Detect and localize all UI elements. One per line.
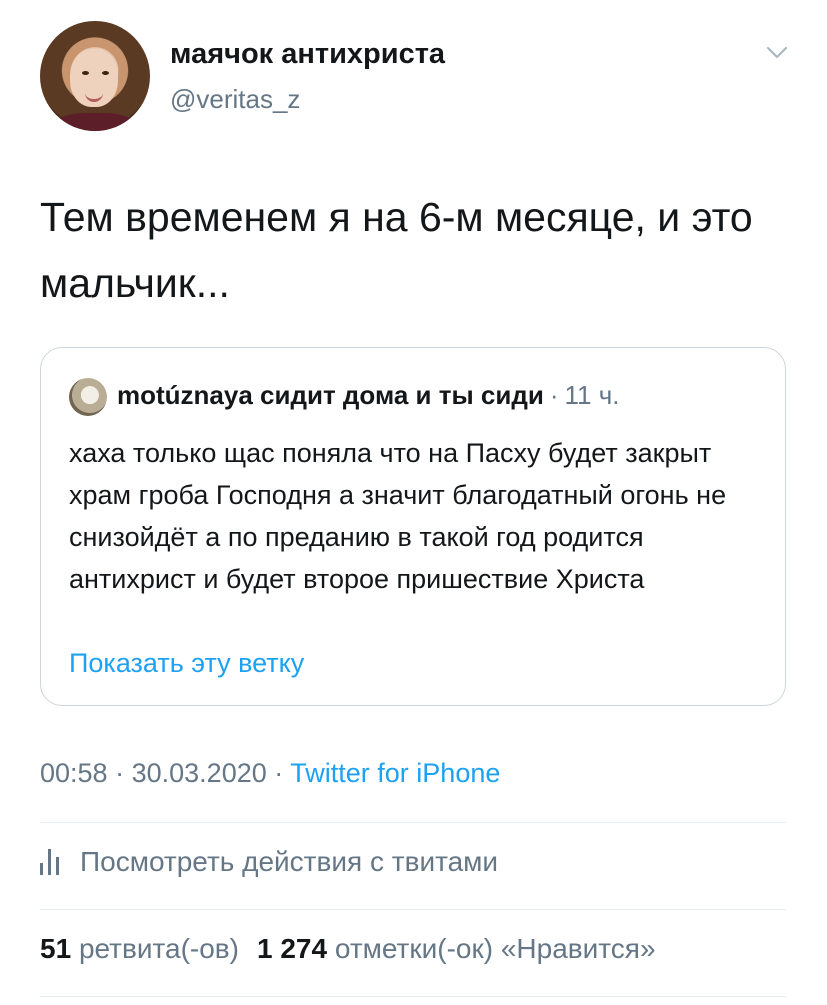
- quoted-tweet[interactable]: motúznaya сидит дома и ты сиди · 11 ч. хах…: [40, 347, 786, 706]
- quoted-author-name: motúznaya сидит дома и ты сиди: [117, 380, 544, 410]
- analytics-label: Посмотреть действия с твитами: [80, 846, 499, 877]
- likes-label: отметки(-ок) «Нравится»: [334, 933, 656, 964]
- divider: [40, 822, 786, 823]
- bar-chart-icon: [40, 849, 64, 875]
- divider: [40, 909, 786, 910]
- quoted-author-line: motúznaya сидит дома и ты сиди · 11 ч.: [117, 380, 620, 411]
- quoted-time: 11 ч.: [564, 380, 620, 410]
- avatar-eye-left: [82, 71, 89, 75]
- likes-count: 1 274: [257, 933, 328, 964]
- tweet-text: Тем временем я на 6-м месяце, и это маль…: [40, 194, 753, 306]
- tweet-stats: 51 ретвита(-ов) 1 274 отметки(-ок) «Нрави…: [40, 933, 656, 965]
- tweet-date[interactable]: 30.03.2020: [132, 758, 267, 788]
- tweet-time[interactable]: 00:58: [40, 758, 108, 788]
- retweets-label: ретвита(-ов): [78, 933, 239, 964]
- likes-stat[interactable]: 1 274 отметки(-ок) «Нравится»: [257, 933, 656, 964]
- author-handle[interactable]: @veritas_z: [170, 84, 300, 115]
- quoted-author-avatar: [69, 378, 107, 416]
- avatar-shirt: [50, 113, 140, 131]
- tweet-metadata: 00:58 · 30.03.2020 · Twitter for iPhone: [40, 758, 500, 789]
- tweet-analytics-button[interactable]: Посмотреть действия с твитами: [40, 846, 498, 878]
- quoted-separator: ·: [549, 380, 559, 410]
- chevron-down-icon[interactable]: [766, 46, 788, 60]
- avatar-eye-right: [102, 71, 109, 75]
- meta-separator: ·: [115, 758, 125, 788]
- author-display-name[interactable]: маячок антихриста: [170, 38, 445, 71]
- retweets-stat[interactable]: 51 ретвита(-ов): [40, 933, 239, 964]
- user-avatar[interactable]: [40, 21, 150, 131]
- quoted-tweet-text: хаха только щас поняла что на Пасху буде…: [69, 438, 727, 594]
- retweets-count: 51: [40, 933, 72, 964]
- tweet-source-link[interactable]: Twitter for iPhone: [290, 758, 500, 788]
- meta-separator: ·: [274, 758, 284, 788]
- show-thread-link[interactable]: Показать эту ветку: [69, 648, 304, 679]
- divider: [40, 996, 786, 997]
